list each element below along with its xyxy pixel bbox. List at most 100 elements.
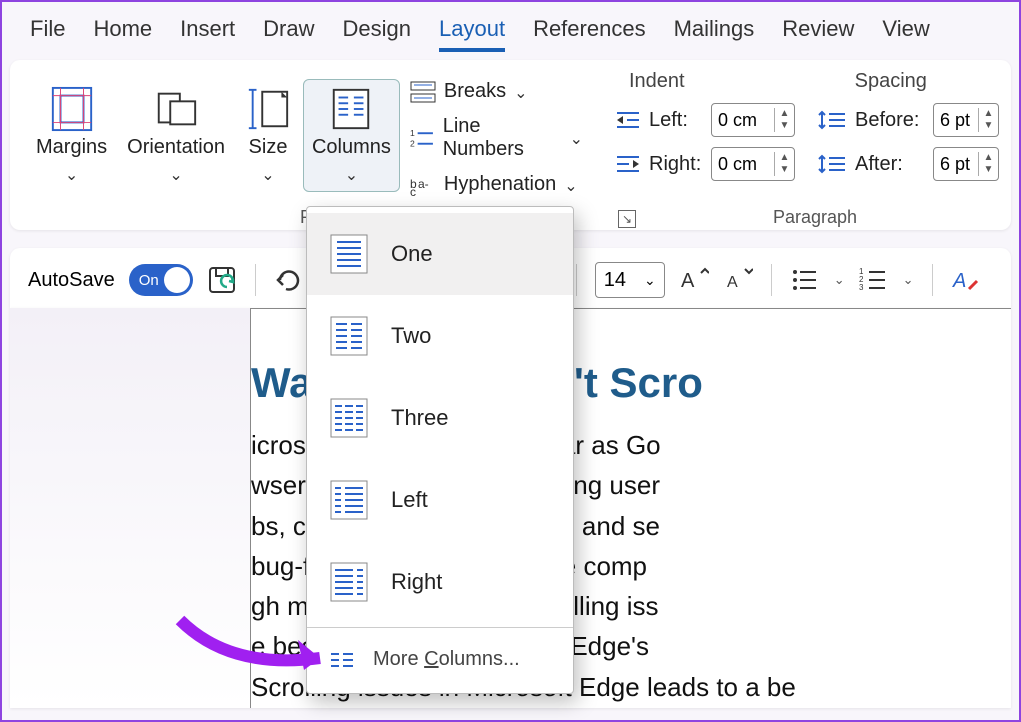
indent-left-input[interactable] xyxy=(712,108,774,133)
linenumbers-button[interactable]: 12 Line Numbers ⌄ xyxy=(410,115,583,161)
tab-mailings[interactable]: Mailings xyxy=(674,16,755,48)
svg-text:c: c xyxy=(410,185,416,196)
annotation-arrow xyxy=(170,610,350,685)
breaks-label: Breaks xyxy=(444,80,506,103)
tab-references[interactable]: References xyxy=(533,16,646,48)
group-label-paragraph: Paragraph xyxy=(773,207,857,228)
save-icon[interactable] xyxy=(207,265,237,295)
chevron-down-icon: ⌄ xyxy=(65,165,78,185)
chevron-down-icon: ⌄ xyxy=(345,165,358,185)
spacing-before-label: Before: xyxy=(855,109,925,132)
columns-button[interactable]: Columns ⌄ xyxy=(303,79,400,192)
autosave-on-label: On xyxy=(139,272,159,289)
indent-right-label: Right: xyxy=(649,153,703,176)
orientation-button[interactable]: Orientation ⌄ xyxy=(119,80,233,191)
ribbon-tabs: File Home Insert Draw Design Layout Refe… xyxy=(2,2,1019,60)
indent-right-input[interactable] xyxy=(712,152,774,177)
columns-icon xyxy=(328,86,374,132)
chevron-down-icon: ⌄ xyxy=(644,272,656,289)
tab-file[interactable]: File xyxy=(30,16,65,48)
group-pagesetup: Margins ⌄ Orientation ⌄ Size ⌄ Columns ⌄… xyxy=(22,70,589,226)
increase-font-icon[interactable]: A xyxy=(679,265,709,295)
margins-button[interactable]: Margins ⌄ xyxy=(28,80,115,191)
decrease-font-icon[interactable]: A xyxy=(723,265,753,295)
styles-icon[interactable]: A xyxy=(951,265,981,295)
column-three-icon xyxy=(329,397,369,439)
svg-text:A: A xyxy=(952,270,966,292)
more-columns-label: More Columns... xyxy=(373,648,520,671)
fontsize-combo[interactable]: 14 ⌄ xyxy=(595,262,665,298)
tab-home[interactable]: Home xyxy=(93,16,152,48)
spacing-before-spin[interactable]: ▲▼ xyxy=(933,103,999,137)
column-two-icon xyxy=(329,315,369,357)
numbering-icon[interactable]: 123 xyxy=(859,265,889,295)
spacing-after-spin[interactable]: ▲▼ xyxy=(933,147,999,181)
tab-insert[interactable]: Insert xyxy=(180,16,235,48)
tab-layout[interactable]: Layout xyxy=(439,16,505,52)
orientation-icon xyxy=(153,86,199,132)
indent-right-icon xyxy=(615,153,641,175)
spacing-header: Spacing xyxy=(855,70,927,93)
pagesetup-stack: Breaks ⌄ 12 Line Numbers ⌄ ba-c Hyphenat… xyxy=(410,74,583,196)
hyphenation-label: Hyphenation xyxy=(444,173,556,196)
tab-draw[interactable]: Draw xyxy=(263,16,314,48)
columns-left-label: Left xyxy=(391,487,428,513)
columns-option-left[interactable]: Left xyxy=(307,459,573,541)
svg-text:1: 1 xyxy=(410,128,415,138)
columns-right-label: Right xyxy=(391,569,442,595)
chevron-down-icon: ⌄ xyxy=(169,165,182,185)
group-paragraph: Indent Spacing Left: ▲▼ Before: ▲▼ Right… xyxy=(615,70,999,226)
tab-view[interactable]: View xyxy=(882,16,929,48)
chevron-down-icon: ⌄ xyxy=(261,165,274,185)
linenumbers-label: Line Numbers xyxy=(443,115,562,161)
spacing-before-input[interactable] xyxy=(934,108,978,133)
undo-icon[interactable] xyxy=(274,265,304,295)
columns-option-one[interactable]: One xyxy=(307,213,573,295)
svg-text:a-: a- xyxy=(418,177,429,191)
columns-option-two[interactable]: Two xyxy=(307,295,573,377)
spacing-after-input[interactable] xyxy=(934,152,978,177)
chevron-down-icon: ⌄ xyxy=(903,272,914,288)
column-one-icon xyxy=(329,233,369,275)
spacing-after-label: After: xyxy=(855,153,925,176)
tab-review[interactable]: Review xyxy=(782,16,854,48)
columns-two-label: Two xyxy=(391,323,431,349)
spacing-before-icon xyxy=(817,109,847,131)
svg-text:2: 2 xyxy=(410,139,415,149)
chevron-down-icon: ⌄ xyxy=(570,129,583,149)
column-right-icon xyxy=(329,561,369,603)
orientation-label: Orientation xyxy=(127,136,225,159)
margins-label: Margins xyxy=(36,136,107,159)
indent-left-icon xyxy=(615,109,641,131)
ribbon-layout: Margins ⌄ Orientation ⌄ Size ⌄ Columns ⌄… xyxy=(10,60,1011,230)
breaks-button[interactable]: Breaks ⌄ xyxy=(410,80,583,103)
chevron-down-icon: ⌄ xyxy=(514,83,527,103)
size-label: Size xyxy=(249,136,288,159)
linenumbers-icon: 12 xyxy=(410,127,435,149)
autosave-label: AutoSave xyxy=(28,269,115,292)
indent-header: Indent xyxy=(629,70,685,93)
spacing-after-icon xyxy=(817,153,847,175)
size-button[interactable]: Size ⌄ xyxy=(237,80,299,191)
size-icon xyxy=(245,86,291,132)
columns-one-label: One xyxy=(391,241,433,267)
columns-three-label: Three xyxy=(391,405,448,431)
margins-icon xyxy=(49,86,95,132)
fontsize-value: 14 xyxy=(604,269,626,292)
bullets-icon[interactable] xyxy=(790,265,820,295)
column-left-icon xyxy=(329,479,369,521)
tab-design[interactable]: Design xyxy=(343,16,411,48)
hyphenation-button[interactable]: ba-c Hyphenation ⌄ xyxy=(410,173,583,196)
chevron-down-icon: ⌄ xyxy=(834,272,845,288)
indent-right-spin[interactable]: ▲▼ xyxy=(711,147,795,181)
indent-left-label: Left: xyxy=(649,109,703,132)
svg-text:A: A xyxy=(727,274,738,291)
breaks-icon xyxy=(410,81,436,103)
hyphenation-icon: ba-c xyxy=(410,174,436,196)
columns-option-three[interactable]: Three xyxy=(307,377,573,459)
svg-text:A: A xyxy=(681,270,695,292)
autosave-toggle[interactable]: On xyxy=(129,264,193,296)
indent-left-spin[interactable]: ▲▼ xyxy=(711,103,795,137)
columns-label: Columns xyxy=(312,136,391,159)
chevron-down-icon: ⌄ xyxy=(564,176,577,196)
